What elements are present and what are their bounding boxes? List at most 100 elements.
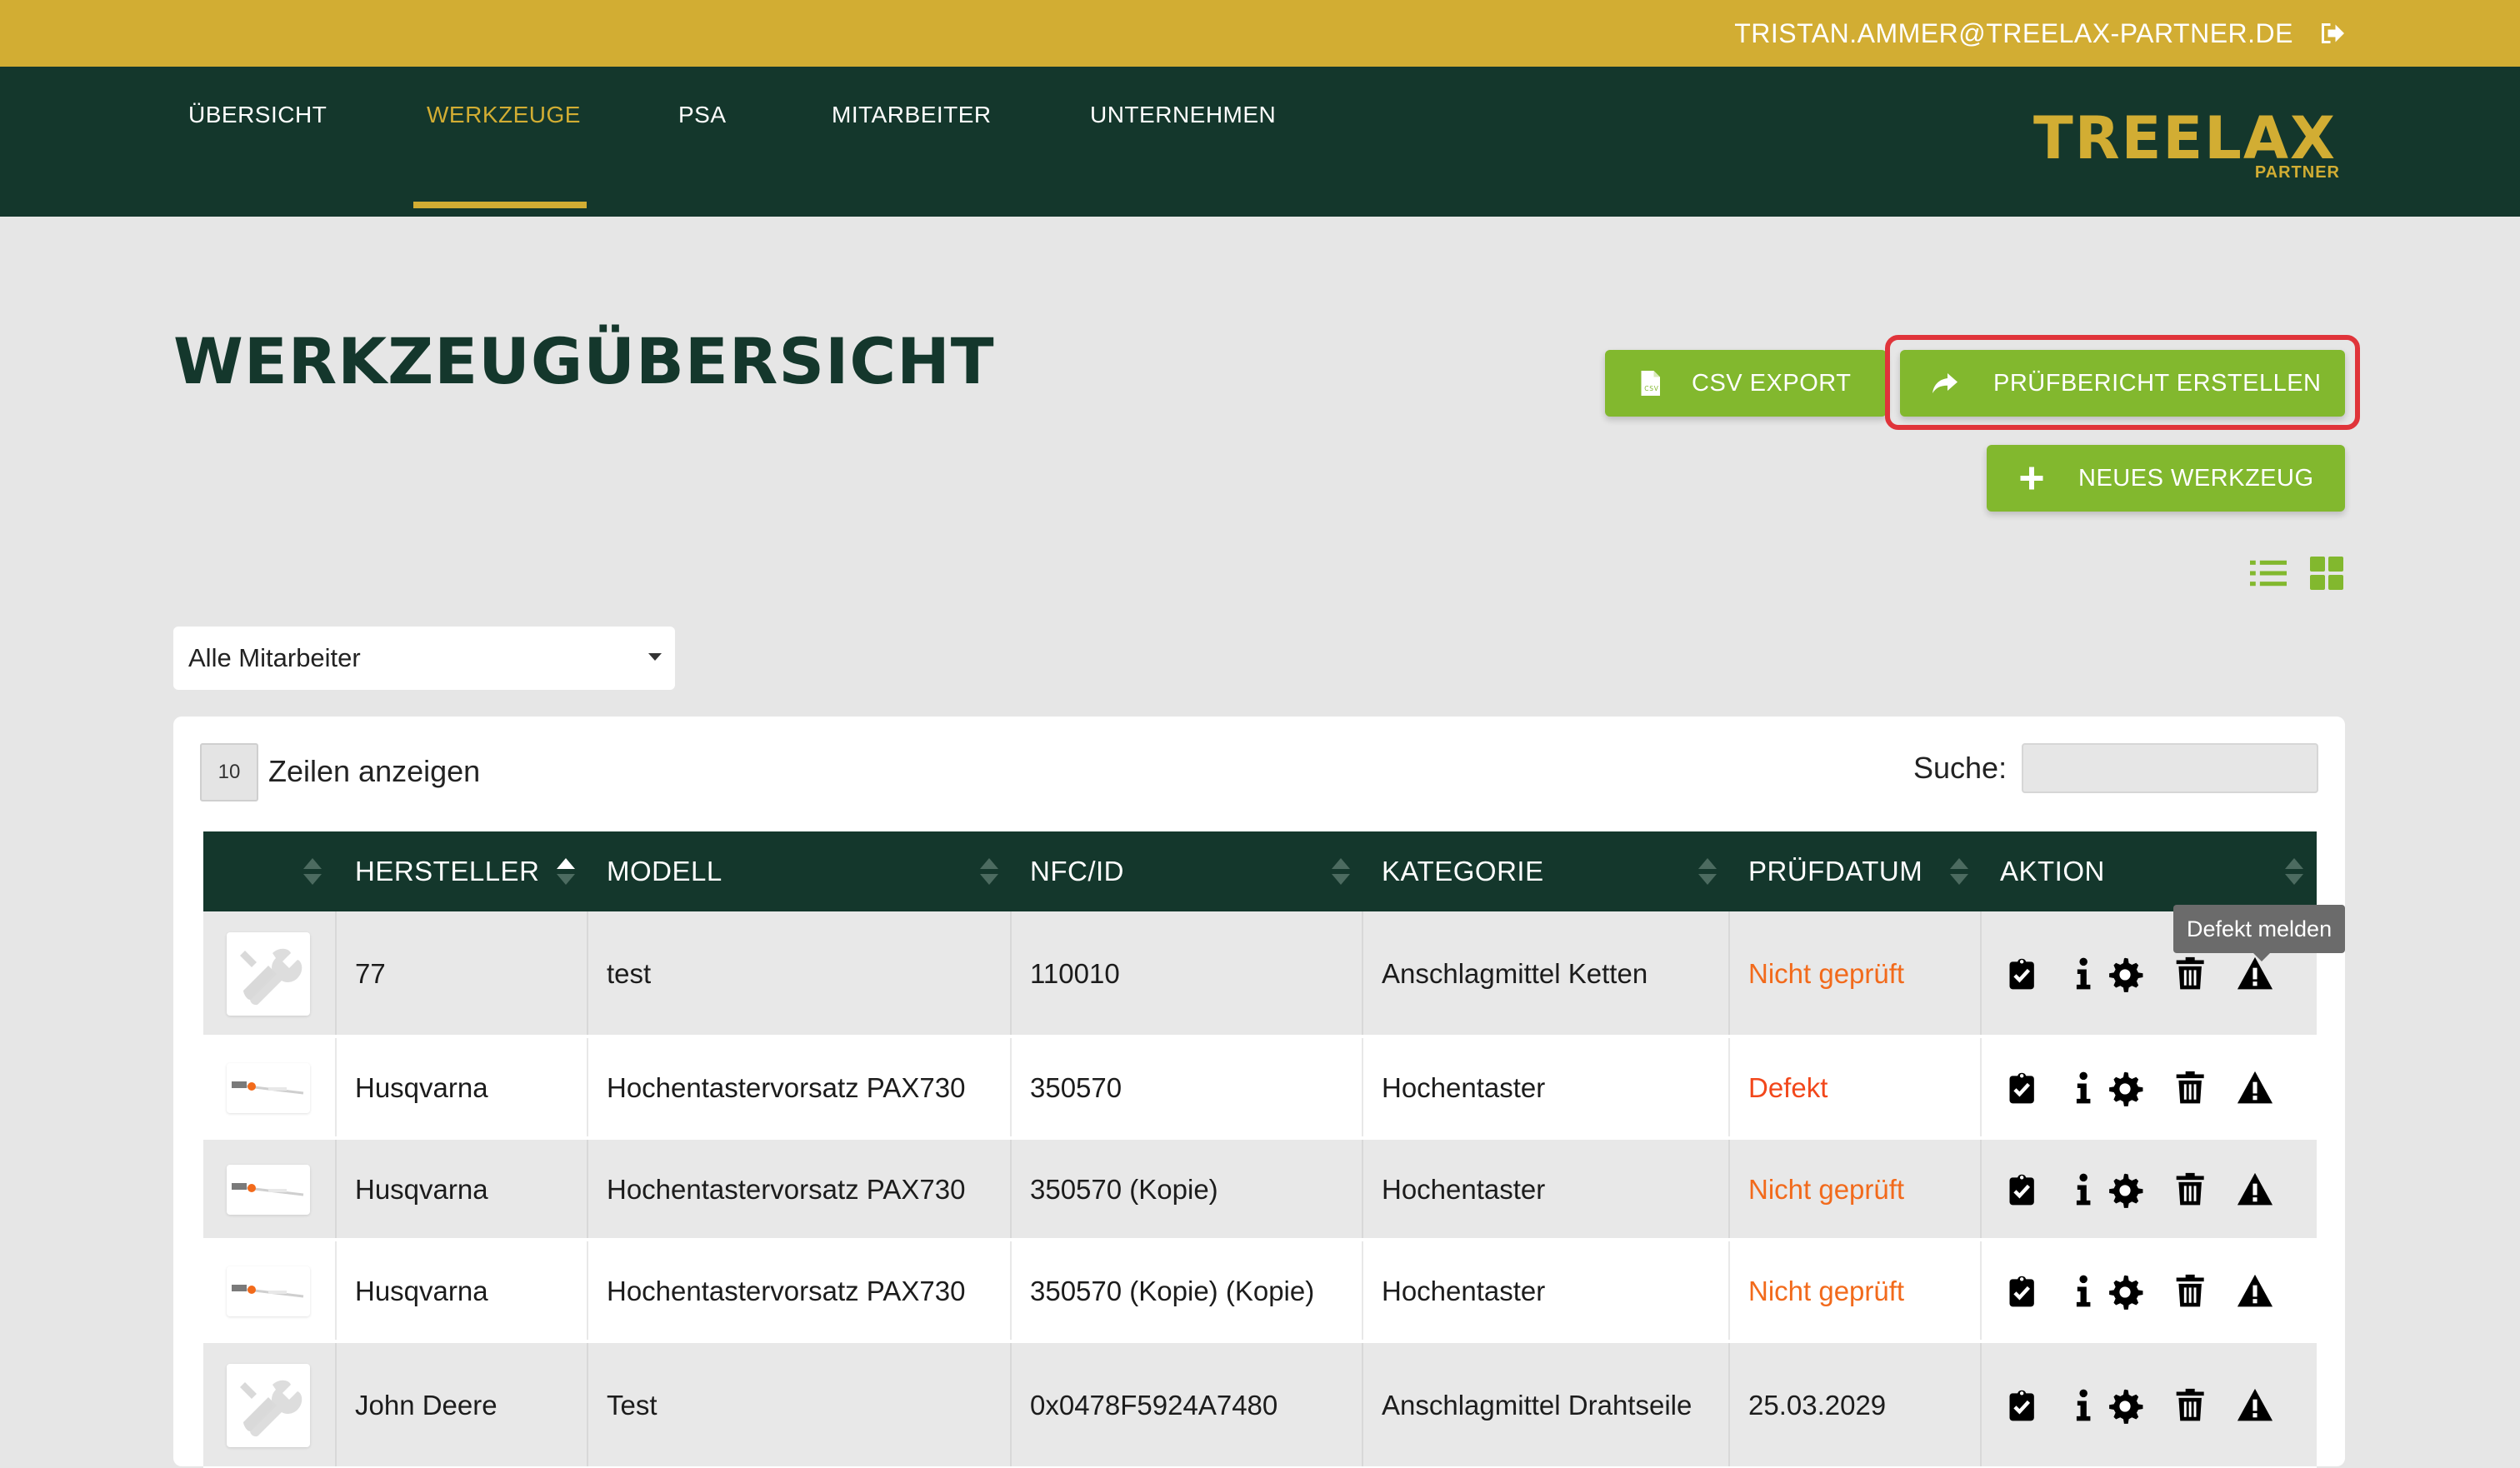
gear-icon[interactable] (2107, 1170, 2143, 1210)
trash-icon[interactable] (2173, 1271, 2210, 1311)
gear-icon[interactable] (2107, 1068, 2143, 1108)
column-separator (1980, 1038, 1982, 1136)
tool-photo[interactable] (227, 1165, 310, 1215)
cell-kategorie: Hochentaster (1382, 1072, 1546, 1103)
create-report-button[interactable]: PRÜFBERICHT ERSTELLEN (1900, 350, 2345, 417)
column-header-label: AKTION (2000, 856, 2105, 886)
column-separator (1728, 1140, 1730, 1238)
csv-export-button[interactable]: CSV CSV EXPORT (1605, 350, 1887, 417)
employee-filter-value: Alle Mitarbeiter (188, 643, 361, 672)
new-tool-button[interactable]: NEUES WERKZEUG (1987, 445, 2345, 512)
column-header-kategorie[interactable]: KATEGORIE (1363, 831, 1728, 911)
info-icon[interactable] (2067, 1170, 2103, 1210)
column-separator (335, 1038, 337, 1136)
tooltip-arrow (2253, 953, 2270, 961)
column-separator (335, 1241, 337, 1340)
nav-item-mitarbeiter[interactable]: MITARBEITER (832, 98, 992, 132)
cell-nfc: 0x0478F5924A7480 (1030, 1390, 1278, 1421)
cell-pruefdatum: Defekt (1748, 1072, 1828, 1103)
column-header-label: HERSTELLER (355, 856, 540, 886)
column-separator (1728, 911, 1730, 1035)
table-header: HERSTELLER MODELL NFC/ID KATEGORIE PRÜFD… (203, 831, 2317, 911)
info-icon[interactable] (2067, 1068, 2103, 1108)
tool-photo[interactable] (227, 1063, 310, 1113)
column-header-label: MODELL (607, 856, 722, 886)
clipboard-check-icon[interactable] (2005, 1271, 2042, 1311)
create-report-label: PRÜFBERICHT ERSTELLEN (1993, 370, 2322, 397)
grid-view-icon[interactable] (2310, 557, 2343, 590)
column-separator (587, 1038, 588, 1136)
gear-icon[interactable] (2107, 1386, 2143, 1426)
warning-icon[interactable] (2237, 1271, 2273, 1311)
column-header-nfc[interactable]: NFC/ID (1012, 831, 1362, 911)
nav-item-psa[interactable]: PSA (678, 98, 727, 132)
cell-nfc: 110010 (1030, 958, 1120, 989)
warning-icon[interactable] (2237, 1386, 2273, 1426)
sort-icon (980, 858, 998, 885)
column-header-modell[interactable]: MODELL (588, 831, 1010, 911)
clipboard-check-icon[interactable] (2005, 954, 2042, 994)
cell-modell: Hochentastervorsatz PAX730 (607, 1072, 966, 1103)
column-separator (1980, 1241, 1982, 1340)
tool-placeholder-image[interactable] (227, 1364, 310, 1447)
tool-photo[interactable] (227, 1266, 310, 1316)
column-header-label: NFC/ID (1030, 856, 1124, 886)
list-view-icon[interactable] (2250, 558, 2287, 588)
column-separator (335, 1343, 337, 1466)
column-header-pruefdatum[interactable]: PRÜFDATUM (1730, 831, 1980, 911)
page-title: WERKZEUGÜBERSICHT (173, 324, 995, 398)
nav-item-unternehmen[interactable]: UNTERNEHMEN (1090, 98, 1276, 132)
plus-icon (2020, 467, 2043, 490)
logout-icon[interactable] (2317, 18, 2347, 48)
warning-icon[interactable] (2237, 1068, 2273, 1108)
user-email[interactable]: TRISTAN.AMMER@TREELAX-PARTNER.DE (1734, 17, 2293, 50)
search-input[interactable] (2022, 743, 2318, 793)
cell-hersteller: 77 (355, 958, 386, 989)
tooltip: Defekt melden (2173, 905, 2346, 953)
trash-icon[interactable] (2173, 1386, 2210, 1426)
cell-nfc: 350570 (Kopie) (Kopie) (1030, 1276, 1315, 1306)
top-bar: TRISTAN.AMMER@TREELAX-PARTNER.DE (0, 0, 2520, 67)
cell-kategorie: Anschlagmittel Drahtseile (1382, 1390, 1692, 1421)
cell-pruefdatum: 25.03.2029 (1748, 1390, 1887, 1421)
column-separator (1980, 911, 1982, 1035)
search-label: Suche: (1913, 751, 2008, 785)
trash-icon[interactable] (2173, 1068, 2210, 1108)
gear-icon[interactable] (2107, 1271, 2143, 1311)
info-icon[interactable] (2067, 954, 2103, 994)
sort-icon (303, 858, 322, 885)
sort-icon (1698, 858, 1717, 885)
column-header-aktion[interactable]: AKTION (1982, 831, 2317, 911)
sort-asc-icon (557, 858, 575, 885)
nav-active-indicator (413, 202, 587, 208)
logo[interactable]: TREELAX (2033, 105, 2337, 172)
rows-per-page-select[interactable]: 10 (200, 743, 258, 801)
cell-hersteller: Husqvarna (355, 1174, 488, 1205)
clipboard-check-icon[interactable] (2005, 1386, 2042, 1426)
clipboard-check-icon[interactable] (2005, 1068, 2042, 1108)
cell-modell: Hochentastervorsatz PAX730 (607, 1276, 966, 1306)
column-header-hersteller[interactable]: HERSTELLER (337, 831, 587, 911)
info-icon[interactable] (2067, 1386, 2103, 1426)
gear-icon[interactable] (2107, 954, 2143, 994)
warning-icon[interactable] (2237, 1170, 2273, 1210)
cell-modell: Hochentastervorsatz PAX730 (607, 1174, 966, 1205)
cell-hersteller: Husqvarna (355, 1072, 488, 1103)
cell-modell: Test (607, 1390, 658, 1421)
cell-pruefdatum: Nicht geprüft (1748, 1174, 1905, 1205)
trash-icon[interactable] (2173, 954, 2210, 994)
employee-filter-select[interactable]: Alle Mitarbeiter (173, 627, 675, 690)
cell-pruefdatum: Nicht geprüft (1748, 958, 1905, 989)
info-icon[interactable] (2067, 1271, 2103, 1311)
nav-item-werkzeuge[interactable]: WERKZEUGE (427, 98, 581, 132)
cell-pruefdatum: Nicht geprüft (1748, 1276, 1905, 1306)
column-header-image[interactable] (203, 831, 335, 911)
svg-text:CSV: CSV (1644, 385, 1658, 392)
nav-item-uebersicht[interactable]: ÜBERSICHT (188, 98, 327, 132)
trash-icon[interactable] (2173, 1170, 2210, 1210)
table-row: Husqvarna Hochentastervorsatz PAX730 35057… (203, 1241, 2317, 1341)
clipboard-check-icon[interactable] (2005, 1170, 2042, 1210)
column-separator (335, 1140, 337, 1238)
cell-kategorie: Anschlagmittel Ketten (1382, 958, 1648, 989)
tool-placeholder-image[interactable] (227, 932, 310, 1016)
